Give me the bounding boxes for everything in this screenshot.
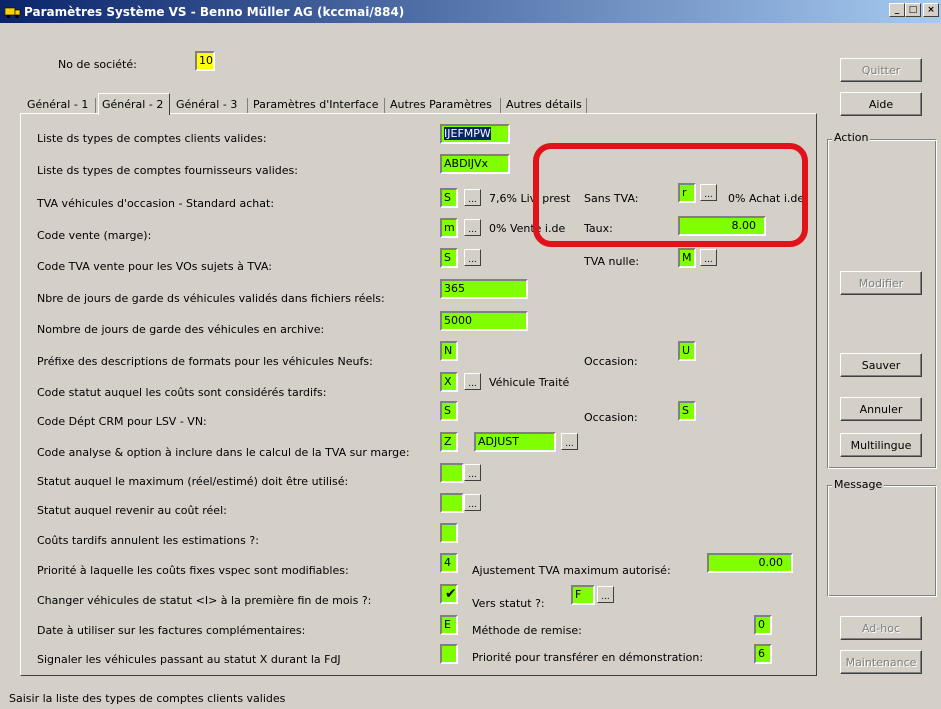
code-analyse-lookup-button[interactable]: ... bbox=[561, 433, 578, 450]
close-button[interactable]: × bbox=[923, 3, 939, 17]
minimize-button[interactable]: _ bbox=[889, 3, 905, 17]
priorite-couts-field[interactable]: 4 bbox=[440, 553, 458, 573]
multilingue-button[interactable]: Multilingue bbox=[840, 433, 922, 457]
statut-max-lookup-button[interactable]: ... bbox=[464, 464, 481, 481]
tab-general-3[interactable]: Général - 3 bbox=[173, 96, 240, 114]
checkmark-icon: ✔ bbox=[445, 586, 457, 602]
statut-revenir-label: Statut auquel revenir au coût réel: bbox=[37, 504, 227, 517]
company-label: No de société: bbox=[58, 58, 137, 71]
prefixe-field[interactable]: N bbox=[440, 341, 458, 361]
clients-label: Liste ds types de comptes clients valide… bbox=[37, 132, 267, 145]
couts-tardifs-field[interactable] bbox=[440, 523, 458, 543]
code-dept-occasion-label: Occasion: bbox=[584, 411, 638, 424]
company-number-field[interactable]: 10 bbox=[195, 51, 215, 71]
fournisseurs-label: Liste ds types de comptes fournisseurs v… bbox=[37, 164, 298, 177]
tva-occasion-field[interactable]: S bbox=[440, 188, 458, 208]
highlight-annotation bbox=[533, 143, 808, 247]
priorite-demonstration-label: Priorité pour transférer en démonstratio… bbox=[472, 651, 704, 664]
message-group-title: Message bbox=[832, 478, 885, 491]
maximize-button[interactable]: □ bbox=[905, 3, 921, 17]
date-factures-field[interactable]: E bbox=[440, 615, 458, 635]
jours-reels-label: Nbre de jours de garde ds véhicules vali… bbox=[37, 292, 385, 305]
vers-statut-lookup-button[interactable]: ... bbox=[597, 586, 614, 603]
changer-statut-label: Changer véhicules de statut <I> à la pre… bbox=[37, 594, 372, 607]
window-title: Paramètres Système VS - Benno Müller AG … bbox=[24, 4, 405, 19]
code-statut-lookup-button[interactable]: ... bbox=[464, 373, 481, 390]
tva-nulle-lookup-button[interactable]: ... bbox=[700, 249, 717, 266]
tab-autres-parametres[interactable]: Autres Paramètres bbox=[387, 96, 495, 114]
methode-remise-field[interactable]: 0 bbox=[754, 615, 772, 635]
code-analyse-option-field[interactable]: ADJUST bbox=[474, 432, 556, 452]
action-group-title: Action bbox=[832, 131, 871, 144]
tva-nulle-field[interactable]: M bbox=[678, 248, 696, 268]
code-tva-vente-label: Code TVA vente pour les VOs sujets à TVA… bbox=[37, 260, 272, 273]
statut-max-field[interactable] bbox=[440, 463, 464, 483]
statut-max-label: Statut auquel le maximum (réel/estimé) d… bbox=[37, 475, 349, 488]
code-vente-label: Code vente (marge): bbox=[37, 229, 152, 242]
title-bar[interactable]: Paramètres Système VS - Benno Müller AG … bbox=[0, 0, 941, 23]
annuler-button[interactable]: Annuler bbox=[840, 397, 922, 421]
code-tva-vente-lookup-button[interactable]: ... bbox=[464, 249, 481, 266]
code-dept-occasion-field[interactable]: S bbox=[678, 401, 696, 421]
tab-interface[interactable]: Paramètres d'Interface bbox=[250, 96, 381, 114]
code-vente-field[interactable]: m bbox=[440, 218, 458, 238]
signaler-field[interactable] bbox=[440, 644, 458, 664]
statut-revenir-lookup-button[interactable]: ... bbox=[464, 494, 481, 511]
tva-occasion-label: TVA véhicules d'occasion - Standard acha… bbox=[37, 197, 275, 210]
code-tva-vente-field[interactable]: S bbox=[440, 248, 458, 268]
code-vente-lookup-button[interactable]: ... bbox=[464, 219, 481, 236]
code-statut-desc: Véhicule Traité bbox=[489, 376, 570, 389]
fournisseurs-field[interactable]: ABDIJVx bbox=[440, 154, 510, 174]
priorite-demonstration-field[interactable]: 6 bbox=[754, 644, 772, 664]
statut-revenir-field[interactable] bbox=[440, 493, 464, 513]
date-factures-label: Date à utiliser sur les factures complém… bbox=[37, 624, 306, 637]
vers-statut-field[interactable]: F bbox=[571, 585, 595, 605]
ajustement-tva-label: Ajustement TVA maximum autorisé: bbox=[472, 564, 671, 577]
jours-archive-field[interactable]: 5000 bbox=[440, 311, 528, 331]
tab-autres-details[interactable]: Autres détails bbox=[503, 96, 585, 114]
status-bar: Saisir la liste des types de comptes cli… bbox=[9, 692, 286, 705]
message-group bbox=[827, 485, 937, 597]
aide-button[interactable]: Aide bbox=[840, 92, 922, 116]
ajustement-tva-field[interactable]: 0.00 bbox=[707, 553, 793, 573]
tab-general-2[interactable]: Général - 2 bbox=[98, 93, 170, 115]
code-statut-label: Code statut auquel les coûts sont consid… bbox=[37, 386, 327, 399]
clients-field[interactable]: IJEFMPW bbox=[440, 124, 510, 144]
code-dept-label: Code Dépt CRM pour LSV - VN: bbox=[37, 415, 207, 428]
quitter-button[interactable]: Quitter bbox=[840, 58, 922, 82]
prefixe-occasion-label: Occasion: bbox=[584, 355, 638, 368]
methode-remise-label: Méthode de remise: bbox=[472, 624, 582, 637]
changer-statut-checkbox[interactable]: ✔ bbox=[440, 584, 458, 604]
jours-reels-field[interactable]: 365 bbox=[440, 279, 528, 299]
tva-nulle-label: TVA nulle: bbox=[584, 255, 640, 268]
jours-archive-label: Nombre de jours de garde des véhicules e… bbox=[37, 323, 325, 336]
app-truck-icon bbox=[4, 5, 21, 19]
vers-statut-label: Vers statut ?: bbox=[472, 597, 545, 610]
signaler-label: Signaler les véhicules passant au statut… bbox=[37, 653, 341, 666]
prefixe-label: Préfixe des descriptions de formats pour… bbox=[37, 355, 373, 368]
adhoc-button[interactable]: Ad-hoc bbox=[840, 616, 922, 640]
code-analyse-label: Code analyse & option à inclure dans le … bbox=[37, 446, 410, 459]
tab-general-1[interactable]: Général - 1 bbox=[24, 96, 91, 114]
code-analyse-field[interactable]: Z bbox=[440, 432, 458, 452]
modifier-button[interactable]: Modifier bbox=[840, 271, 922, 295]
couts-tardifs-label: Coûts tardifs annulent les estimations ?… bbox=[37, 534, 259, 547]
tva-occasion-lookup-button[interactable]: ... bbox=[464, 189, 481, 206]
maintenance-button[interactable]: Maintenance bbox=[840, 650, 922, 674]
code-dept-field[interactable]: S bbox=[440, 401, 458, 421]
code-statut-field[interactable]: X bbox=[440, 372, 458, 392]
prefixe-occasion-field[interactable]: U bbox=[678, 341, 696, 361]
sauver-button[interactable]: Sauver bbox=[840, 353, 922, 377]
priorite-couts-label: Priorité à laquelle les coûts fixes vspe… bbox=[37, 564, 349, 577]
